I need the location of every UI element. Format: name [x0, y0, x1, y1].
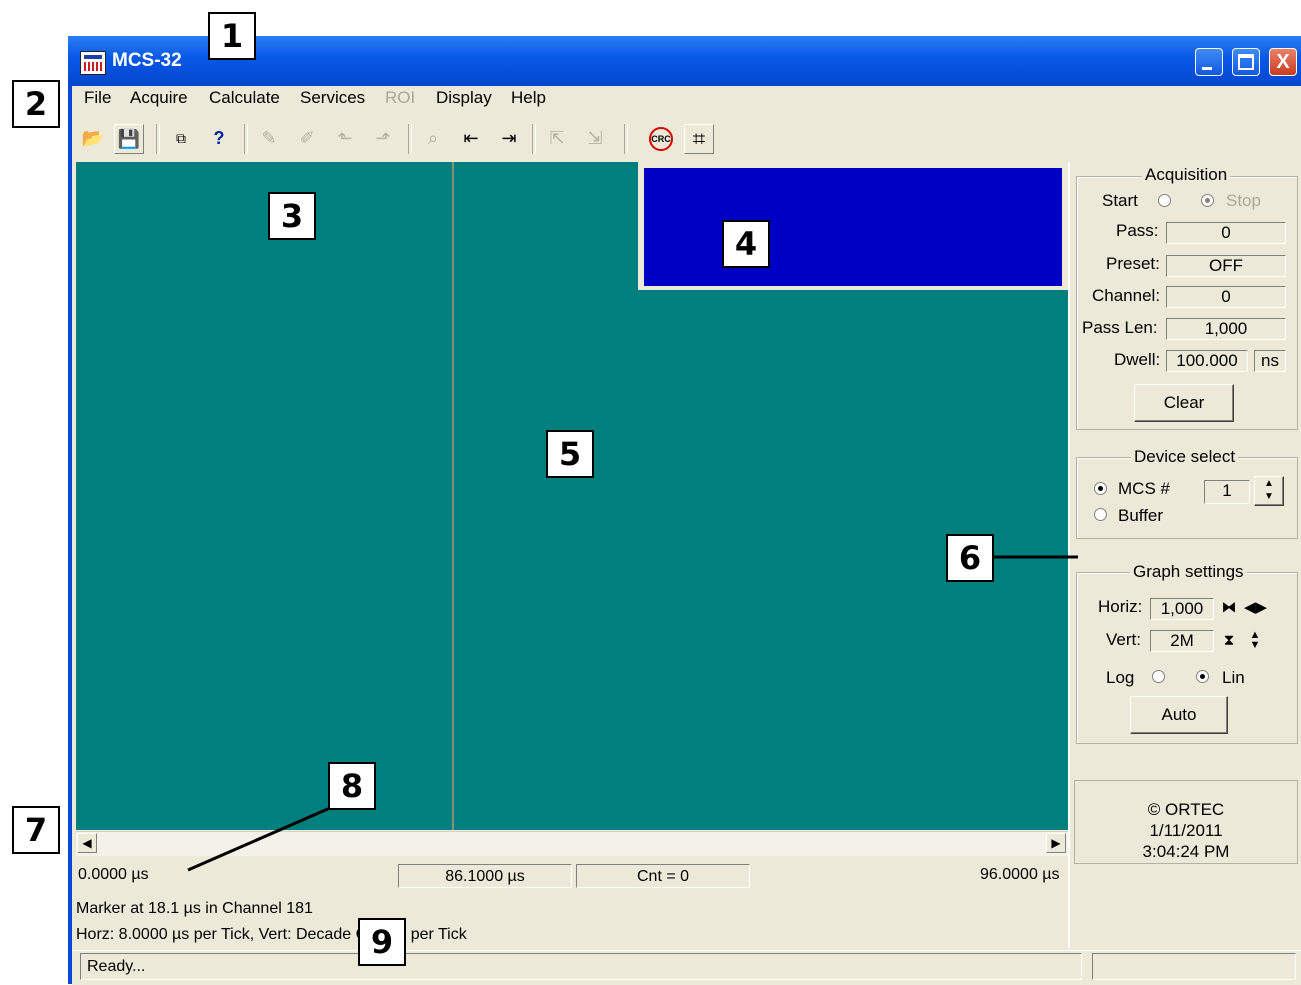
callout-8-leader — [187, 806, 331, 872]
callout-leader-lines — [187, 555, 1078, 872]
